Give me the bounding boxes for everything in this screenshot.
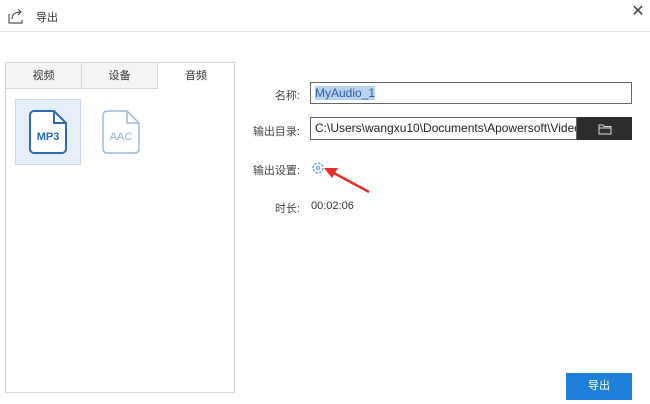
name-value: MyAudio_1 bbox=[315, 86, 376, 100]
tab-device[interactable]: 设备 bbox=[82, 63, 158, 89]
dir-input[interactable]: C:\Users\wangxu10\Documents\Apowersoft\V… bbox=[310, 117, 577, 140]
close-button[interactable]: ✕ bbox=[630, 4, 646, 20]
folder-icon bbox=[598, 124, 611, 134]
format-panel: 视频 设备 音频 MP3 AAC bbox=[5, 62, 235, 393]
tab-audio[interactable]: 音频 bbox=[158, 63, 234, 89]
red-arrow-annotation bbox=[324, 168, 370, 194]
title-bar: 导出 ✕ bbox=[0, 0, 650, 32]
duration-label: 时长: bbox=[274, 203, 300, 215]
tab-video[interactable]: 视频 bbox=[6, 63, 82, 89]
format-aac[interactable]: AAC bbox=[88, 99, 154, 165]
svg-text:AAC: AAC bbox=[110, 131, 133, 143]
window-title: 导出 bbox=[36, 12, 58, 24]
duration-value: 00:02:06 bbox=[311, 200, 354, 212]
format-mp3[interactable]: MP3 bbox=[15, 99, 81, 165]
name-input[interactable]: MyAudio_1 bbox=[310, 82, 632, 104]
aac-file-icon: AAC bbox=[102, 110, 140, 154]
export-button[interactable]: 导出 bbox=[566, 373, 632, 400]
dir-label: 输出目录: bbox=[252, 126, 300, 138]
export-icon bbox=[8, 8, 23, 24]
browse-folder-button[interactable] bbox=[577, 117, 632, 140]
mp3-file-icon: MP3 bbox=[29, 110, 67, 154]
svg-text:MP3: MP3 bbox=[37, 131, 60, 143]
settings-label: 输出设置: bbox=[252, 165, 300, 177]
name-label: 名称: bbox=[274, 90, 300, 102]
